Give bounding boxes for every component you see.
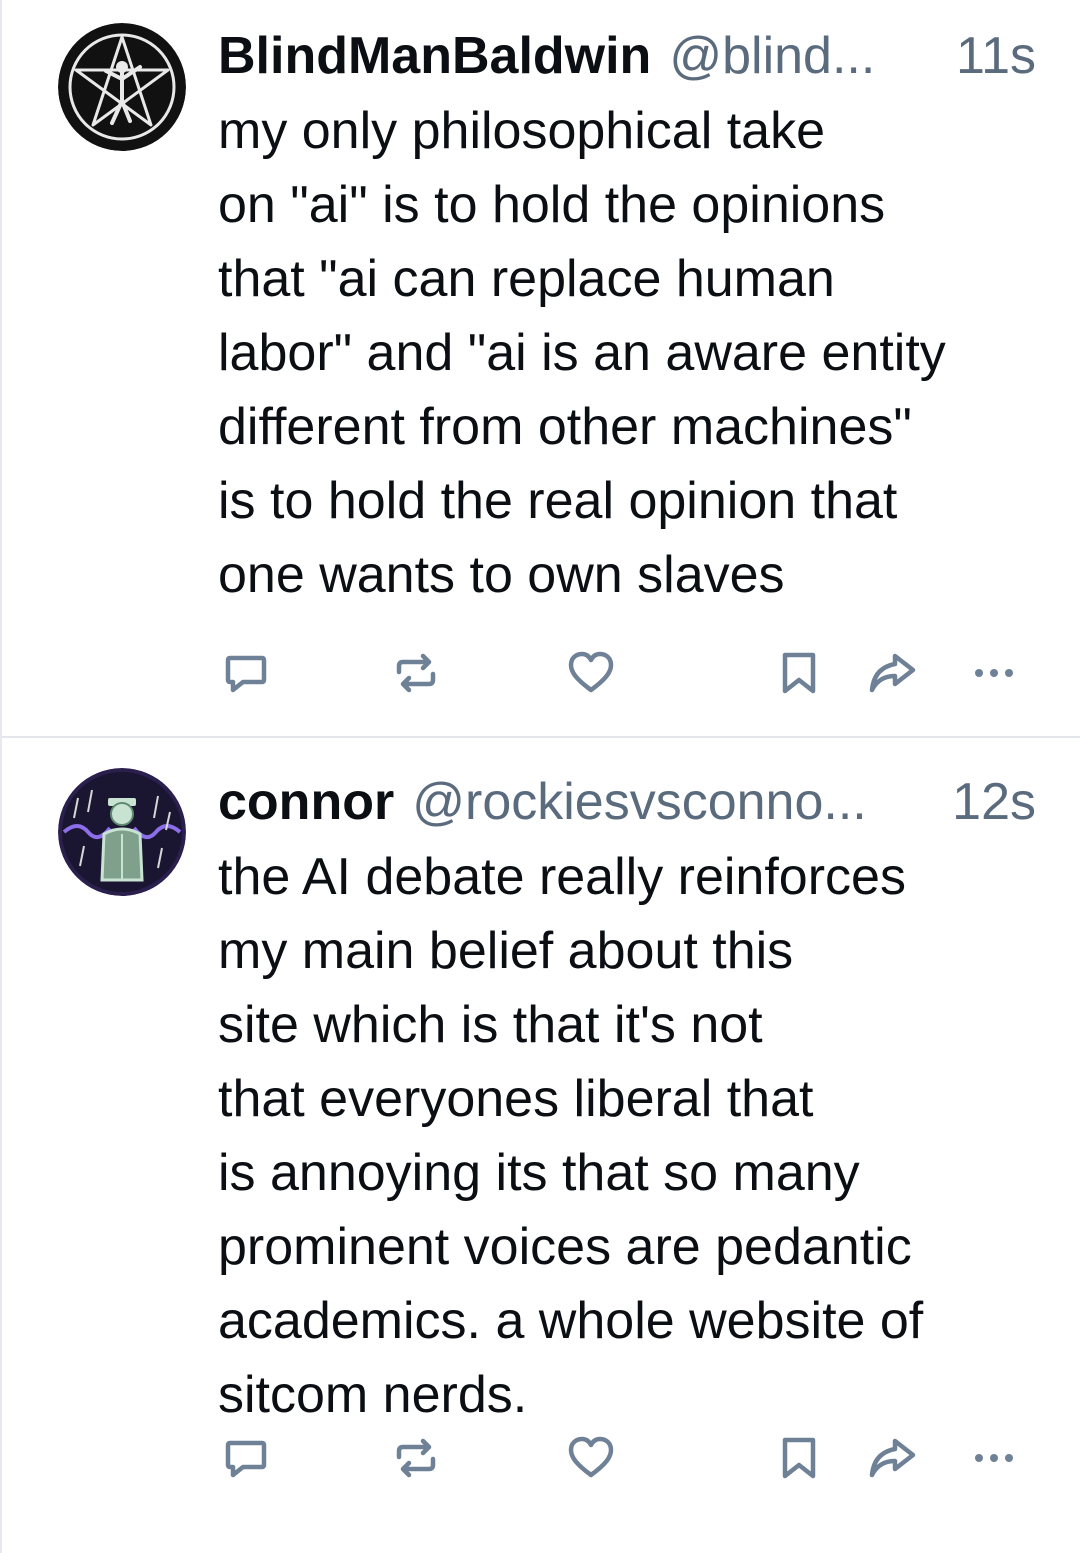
bookmark-icon [782,652,816,694]
timestamp[interactable]: 12s [952,772,1036,832]
avatar[interactable] [58,23,186,151]
post-text-line: that everyones liberal that [218,1070,814,1128]
post[interactable]: BlindManBaldwin @blind... 11s my only ph… [2,0,1080,738]
like-button[interactable] [563,645,619,701]
post-text-line: is annoying its that so many [218,1144,860,1202]
more-button[interactable] [966,1430,1022,1486]
handle[interactable]: @blind... [669,26,875,86]
post-actions [218,1430,1018,1486]
pentagram-figure-avatar [58,23,186,151]
post-header: BlindManBaldwin @blind... 11s [218,26,1036,88]
post-text-line: prominent voices are pedantic [218,1218,912,1276]
repost-icon [396,653,436,693]
more-icon [975,669,1013,677]
post-text-line: the AI debate really reinforces [218,848,906,906]
post-text-line: labor" and "ai is an aware entity [218,324,946,382]
reply-icon [225,1440,267,1478]
more-icon [975,1454,1013,1462]
post-text-line: my main belief about this [218,922,794,980]
display-name[interactable]: BlindManBaldwin [218,26,651,86]
post-header: connor @rockiesvsconno... 12s [218,772,1036,834]
post-text-line: one wants to own slaves [218,546,785,604]
post[interactable]: connor @rockiesvsconno... 12s the AI deb… [2,738,1080,1553]
post-text-line: that "ai can replace human [218,250,835,308]
share-icon [869,1438,916,1478]
bookmark-icon [782,1437,816,1479]
reply-button[interactable] [218,1430,274,1486]
post-text: the AI debate really reinforces my main … [218,840,1036,1432]
share-button[interactable] [864,645,920,701]
repost-icon [396,1438,436,1478]
post-text-line: different from other machines" [218,398,912,456]
post-text-line: on "ai" is to hold the opinions [218,176,886,234]
post-text-line: is to hold the real opinion that [218,472,898,530]
like-icon [568,651,614,693]
post-text-line: academics. a whole website of [218,1292,924,1350]
post-text-line: site which is that it's not [218,996,763,1054]
handle[interactable]: @rockiesvsconno... [412,772,867,832]
like-button[interactable] [563,1430,619,1486]
post-text-line: my only philosophical take [218,102,825,160]
rainy-figure-avatar [58,768,186,896]
share-icon [869,653,916,693]
more-button[interactable] [966,645,1022,701]
post-text: my only philosophical take on "ai" is to… [218,94,1036,612]
post-text-line: sitcom nerds. [218,1366,528,1424]
bookmark-button[interactable] [771,1430,827,1486]
display-name[interactable]: connor [218,772,394,832]
like-icon [568,1436,614,1478]
repost-button[interactable] [388,645,444,701]
repost-button[interactable] [388,1430,444,1486]
feed: BlindManBaldwin @blind... 11s my only ph… [0,0,1080,1553]
timestamp[interactable]: 11s [956,26,1036,86]
reply-button[interactable] [218,645,274,701]
reply-icon [225,655,267,693]
avatar[interactable] [58,768,186,896]
post-actions [218,645,1018,701]
share-button[interactable] [864,1430,920,1486]
bookmark-button[interactable] [771,645,827,701]
